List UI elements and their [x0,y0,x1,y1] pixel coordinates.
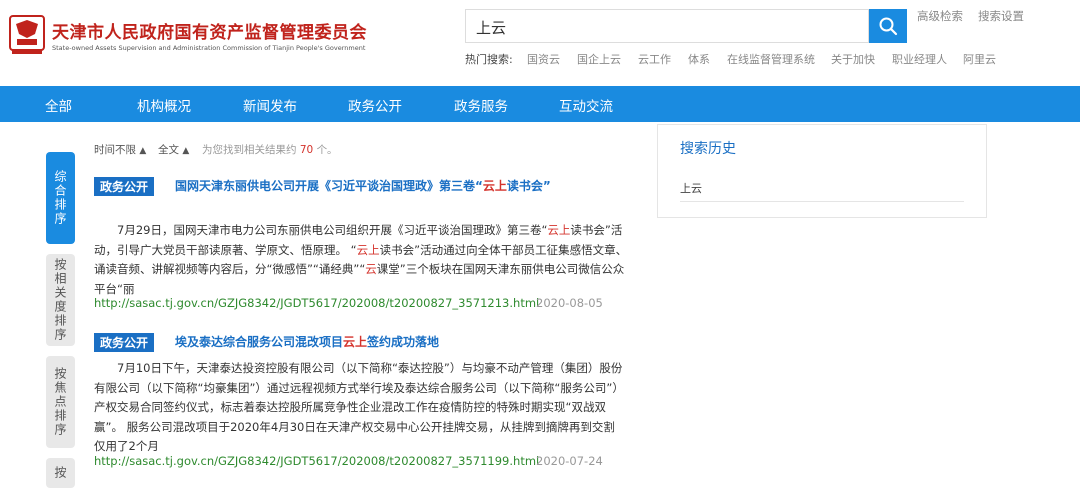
sort-arrow-icon: ▲︎ [139,146,147,156]
org-subtitle: State-owned Assets Supervision and Admin… [52,44,366,52]
site-header: 天津市人民政府国有资产监督管理委员会 State-owned Assets Su… [0,0,1080,86]
hot-search-item[interactable]: 国资云 [527,51,560,67]
scope-filter[interactable]: 全文 ▲︎ [158,142,189,157]
search-icon [879,17,898,36]
hot-search-item[interactable]: 在线监督管理系统 [727,51,815,67]
nav-item-organization[interactable]: 机构概况 [137,95,191,115]
tab-overall-sort[interactable]: 综合排序 [46,152,75,244]
result-title[interactable]: 埃及泰达综合服务公司混改项目云上签约成功落地 [175,333,635,351]
result-url[interactable]: http://sasac.tj.gov.cn/GZJG8342/JGDT5617… [94,454,539,468]
emblem-logo [9,15,45,54]
org-title: 天津市人民政府国有资产监督管理委员会 [52,23,367,43]
hot-search-item[interactable]: 阿里云 [963,51,996,67]
time-filter[interactable]: 时间不限 ▲︎ [94,142,146,157]
result-snippet: 7月29日，国网天津市电力公司东丽供电公司组织开展《习近平谈治国理政》第三卷“云… [94,223,628,296]
nav-item-all[interactable]: 全部 [45,95,72,115]
result-date: 2020-08-05 [536,296,603,310]
tab-label: 综合排序 [53,170,67,226]
category-badge: 政务公开 [94,177,155,196]
result-date: 2020-07-24 [536,454,603,468]
category-badge: 政务公开 [94,333,155,352]
search-box [465,9,869,43]
hot-search-item[interactable]: 云工作 [638,51,671,67]
search-input[interactable] [474,11,858,43]
tab-more-sort[interactable]: 按 [46,458,75,488]
tab-label: 按相关度排序 [53,258,67,342]
search-history-title: 搜索历史 [680,141,736,157]
result-item: 政务公开 埃及泰达综合服务公司混改项目云上签约成功落地 7月10日下午，天津泰达… [94,333,636,473]
main-nav: 全部 机构概况 新闻发布 政务公开 政务服务 互动交流 [0,86,1080,122]
result-snippet: 7月10日下午，天津泰达投资控股有限公司（以下简称“泰达控股”）与均豪不动产管理… [94,361,624,453]
scope-filter-label: 全文 [158,144,179,156]
nav-item-interaction[interactable]: 互动交流 [559,95,613,115]
divider [680,201,964,202]
search-history-panel: 搜索历史 上云 [657,124,987,218]
tab-relevance-sort[interactable]: 按相关度排序 [46,254,75,346]
hot-search-item[interactable]: 职业经理人 [892,51,947,67]
result-item: 政务公开 国网天津东丽供电公司开展《习近平谈治国理政》第三卷“云上读书会” 7月… [94,177,636,317]
tab-label: 按焦点排序 [53,367,67,437]
result-url[interactable]: http://sasac.tj.gov.cn/GZJG8342/JGDT5617… [94,296,539,310]
nav-item-news[interactable]: 新闻发布 [243,95,297,115]
hot-search-label: 热门搜索: [465,53,513,66]
search-history-item[interactable]: 上云 [680,180,702,196]
nav-item-gov-affairs[interactable]: 政务公开 [348,95,402,115]
result-title[interactable]: 国网天津东丽供电公司开展《习近平谈治国理政》第三卷“云上读书会” [175,177,575,195]
hot-search-item[interactable]: 体系 [688,51,710,67]
result-count-number: 70 [299,144,314,156]
search-button[interactable] [869,9,907,43]
hot-search-item[interactable]: 关于加快 [831,51,875,67]
search-settings-link[interactable]: 搜索设置 [978,8,1024,24]
hot-search-item[interactable]: 国企上云 [577,51,621,67]
time-filter-label: 时间不限 [94,144,136,156]
advanced-search-link[interactable]: 高级检索 [917,8,963,24]
tab-focus-sort[interactable]: 按焦点排序 [46,356,75,448]
sort-arrow-icon: ▲︎ [182,146,190,156]
nav-item-gov-services[interactable]: 政务服务 [454,95,508,115]
result-count: 为您找到相关结果约 70 个。 [202,144,338,156]
